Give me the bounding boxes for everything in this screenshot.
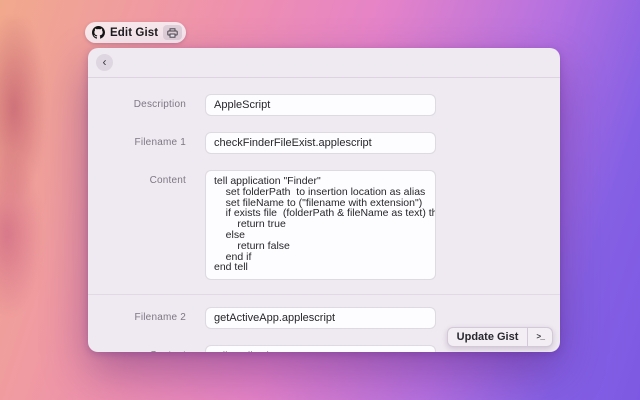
back-button[interactable]: ‹ xyxy=(96,54,113,71)
github-icon xyxy=(92,26,105,39)
content-1-label: Content xyxy=(149,175,186,186)
content-1-textarea[interactable]: tell application "Finder" set folderPath… xyxy=(205,170,436,281)
terminal-icon: >_ xyxy=(536,332,545,342)
content-2-label: Content xyxy=(88,345,186,352)
form-row-filename-2: Filename 2 xyxy=(88,307,560,330)
window-header: ‹ xyxy=(88,48,560,78)
form-row-filename-1: Filename 1 xyxy=(88,132,560,154)
filename-1-input[interactable] xyxy=(205,132,436,154)
filename-2-label: Filename 2 xyxy=(134,312,186,324)
filename-2-input[interactable] xyxy=(205,307,436,330)
desktop-background: Edit Gist ‹ Description Filename 1 xyxy=(0,0,640,400)
filename-1-label: Filename 1 xyxy=(134,137,186,148)
badge-label: Edit Gist xyxy=(110,26,159,39)
printer-icon[interactable] xyxy=(163,25,183,40)
form-row-description: Description xyxy=(88,94,560,116)
update-gist-button[interactable]: Update Gist >_ xyxy=(446,327,553,347)
wallpaper-blob xyxy=(0,18,66,318)
description-label: Description xyxy=(133,99,186,110)
gist-form: Description Filename 1 Content tell appl… xyxy=(88,78,560,352)
content-2-textarea[interactable]: tell application "System Events" set act… xyxy=(205,345,436,352)
form-row-content-1: Content tell application "Finder" set fo… xyxy=(88,170,560,281)
edit-gist-badge[interactable]: Edit Gist xyxy=(85,22,187,43)
chevron-left-icon: ‹ xyxy=(102,54,107,69)
description-input[interactable] xyxy=(205,94,436,116)
update-gist-label: Update Gist xyxy=(456,331,519,343)
section-divider xyxy=(88,294,560,296)
edit-gist-window: ‹ Description Filename 1 Content tell ap… xyxy=(88,48,560,352)
